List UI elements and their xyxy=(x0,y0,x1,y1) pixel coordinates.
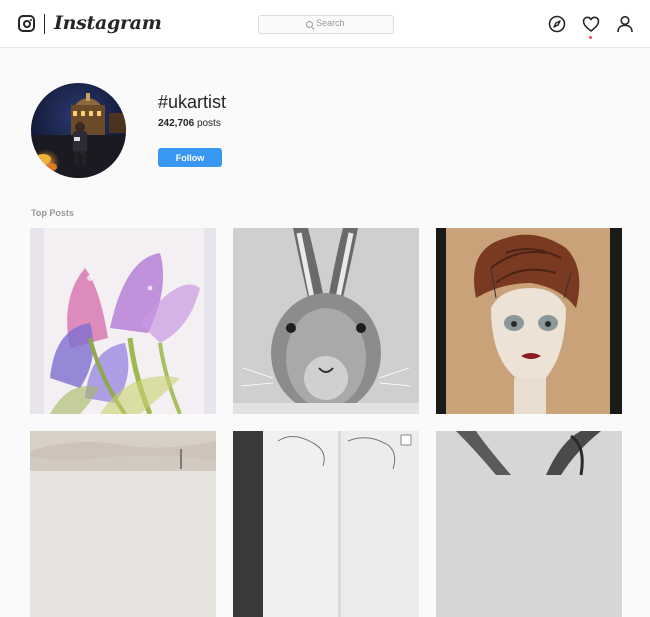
post-thumbnail[interactable] xyxy=(30,431,216,617)
top-navigation-bar: Instagram Search xyxy=(0,0,650,48)
post-count-number: 242,706 xyxy=(158,118,195,129)
compass-icon[interactable] xyxy=(547,14,567,34)
notification-dot xyxy=(589,36,592,39)
post-thumbnail[interactable] xyxy=(233,431,419,617)
post-count-label: posts xyxy=(196,118,221,129)
search-icon xyxy=(306,21,313,28)
post-thumbnail[interactable] xyxy=(30,228,216,414)
post-thumbnail[interactable] xyxy=(436,431,622,617)
post-thumbnail[interactable] xyxy=(233,228,419,414)
instagram-wordmark[interactable]: Instagram xyxy=(54,12,162,34)
instagram-camera-icon[interactable] xyxy=(18,15,35,32)
hashtag-avatar-image xyxy=(31,83,126,178)
search-placeholder: Search xyxy=(316,18,345,28)
follow-button[interactable]: Follow xyxy=(158,148,222,167)
logo-divider xyxy=(44,14,45,34)
search-input[interactable]: Search xyxy=(258,15,394,34)
top-posts-label: Top Posts xyxy=(31,208,74,218)
post-count: 242,706 posts xyxy=(158,118,221,129)
hashtag-title: #ukartist xyxy=(158,92,227,112)
user-icon[interactable] xyxy=(615,14,635,34)
heart-icon[interactable] xyxy=(581,14,601,34)
post-thumbnail[interactable] xyxy=(436,228,622,414)
